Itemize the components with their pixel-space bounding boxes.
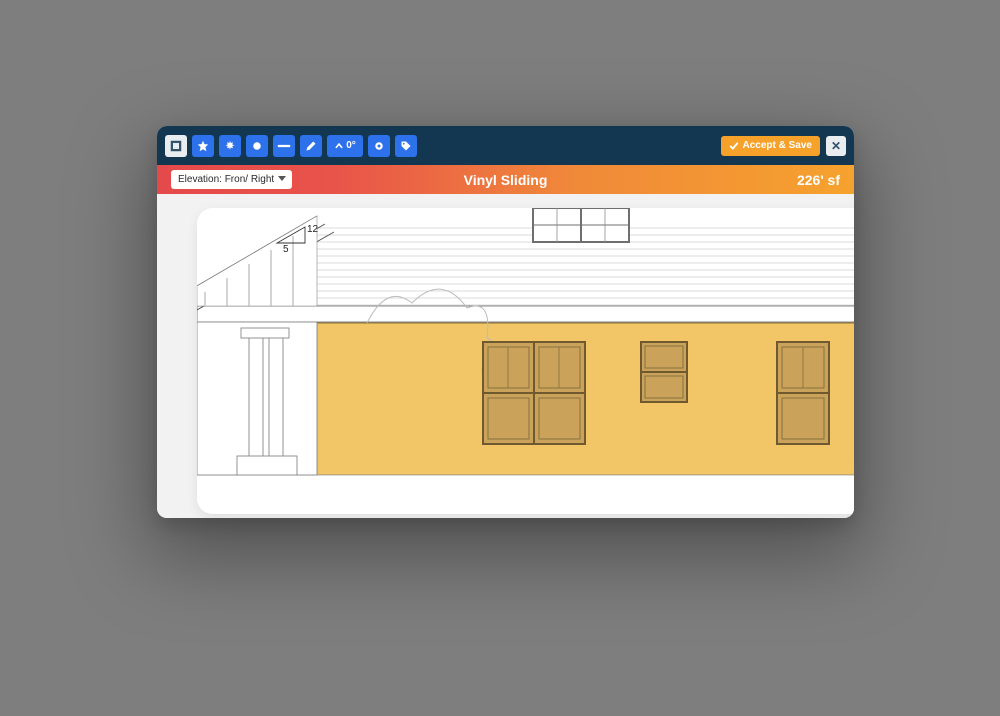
burst-icon — [224, 140, 236, 152]
line-icon — [277, 140, 291, 152]
tag-tool[interactable] — [395, 135, 417, 157]
gear-icon — [373, 140, 385, 152]
toolbar-actions: Accept & Save ✕ — [721, 136, 846, 156]
window-right — [777, 342, 829, 444]
window-double — [483, 342, 585, 444]
pitch-run-label: 12 — [307, 224, 319, 235]
check-icon — [729, 141, 739, 151]
accept-save-button[interactable]: Accept & Save — [721, 136, 820, 156]
star-icon — [197, 140, 209, 152]
window-small — [641, 342, 687, 402]
burst-tool[interactable] — [219, 135, 241, 157]
measurement-window: 0° Accept & Save ✕ — [157, 126, 854, 518]
toolbar-tools: 0° — [165, 135, 417, 157]
material-title: Vinyl Sliding — [464, 172, 548, 188]
porch — [197, 322, 317, 475]
angle-tool[interactable]: 0° — [327, 135, 363, 157]
close-button[interactable]: ✕ — [826, 136, 846, 156]
main-toolbar: 0° Accept & Save ✕ — [157, 126, 854, 165]
select-tool[interactable] — [165, 135, 187, 157]
angle-label: 0° — [346, 140, 356, 151]
gear-tool[interactable] — [368, 135, 390, 157]
canvas-area: 12 5 — [157, 194, 854, 518]
pencil-icon — [305, 140, 317, 152]
pencil-tool[interactable] — [300, 135, 322, 157]
pitch-rise-label: 5 — [283, 244, 289, 255]
crop-icon — [170, 140, 182, 152]
angle-icon — [334, 141, 344, 151]
info-bar: Elevation: Fron/ Right Vinyl Sliding 226… — [157, 165, 854, 194]
tag-icon — [400, 140, 412, 152]
accept-save-label: Accept & Save — [743, 140, 812, 151]
star-tool[interactable] — [192, 135, 214, 157]
elevation-select-label: Elevation: Fron/ Right — [178, 174, 274, 185]
elevation-select[interactable]: Elevation: Fron/ Right — [171, 170, 292, 189]
elevation-svg: 12 5 — [197, 208, 854, 514]
area-readout: 226' sf — [797, 172, 840, 188]
upper-window — [533, 208, 629, 242]
line-tool[interactable] — [273, 135, 295, 157]
elevation-drawing[interactable]: 12 5 — [197, 208, 854, 514]
circle-icon — [251, 140, 263, 152]
circle-tool[interactable] — [246, 135, 268, 157]
